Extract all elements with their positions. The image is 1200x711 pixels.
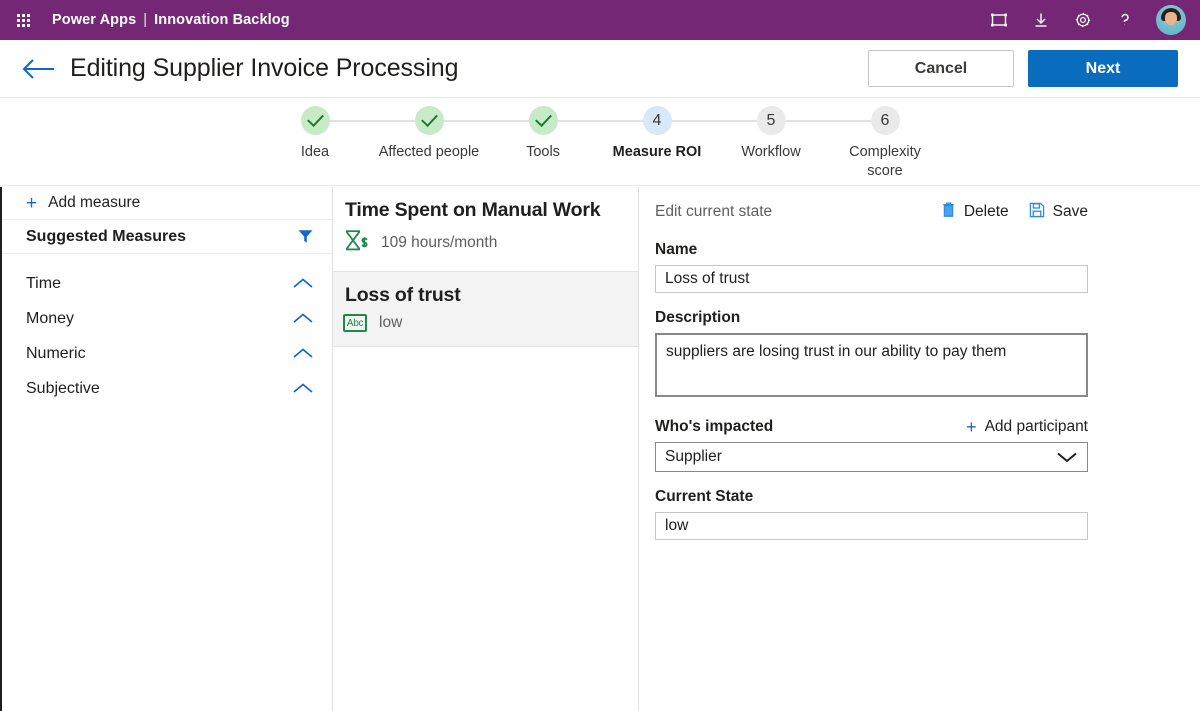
chevron-up-icon[interactable] xyxy=(292,277,314,290)
add-participant-button[interactable]: + Add participant xyxy=(966,418,1088,436)
suite-actions xyxy=(980,0,1188,40)
app-name[interactable]: Innovation Backlog xyxy=(154,12,290,28)
add-participant-label: Add participant xyxy=(984,418,1088,435)
trash-icon xyxy=(941,201,956,223)
save-label: Save xyxy=(1052,203,1088,220)
app-launcher-icon[interactable] xyxy=(10,13,36,27)
step-bubble-affected-people[interactable] xyxy=(414,106,444,135)
chevron-up-icon[interactable] xyxy=(292,382,314,395)
filter-icon[interactable] xyxy=(297,228,314,245)
check-icon xyxy=(306,109,324,128)
step-measure-roi[interactable]: 4 Measure ROI xyxy=(600,106,771,185)
measures-panel: + Add measure Suggested Measures Time Mo… xyxy=(2,187,333,711)
measure-cards-panel: Time Spent on Manual Work 109 hours/mont… xyxy=(333,187,639,711)
check-icon xyxy=(420,109,438,128)
measure-card-value: 109 hours/month xyxy=(381,234,498,251)
step-label-affected-people[interactable]: Affected people xyxy=(379,143,480,162)
suite-header: Power Apps | Innovation Backlog xyxy=(0,0,1200,40)
step-workflow[interactable]: 5 Workflow xyxy=(714,106,885,185)
edit-current-state-label: Edit current state xyxy=(655,203,773,220)
detail-panel: Edit current state Delete Save Name Loss… xyxy=(639,187,1200,711)
brand-name[interactable]: Power Apps xyxy=(52,12,136,28)
suggested-measures-header: Suggested Measures xyxy=(2,220,332,254)
category-money[interactable]: Money xyxy=(2,301,332,336)
next-button[interactable]: Next xyxy=(1028,50,1178,87)
measure-card-meta: 109 hours/month xyxy=(343,229,622,257)
measure-card-loss-of-trust[interactable]: Loss of trust Abc low xyxy=(333,272,638,347)
step-bubble-complexity-score[interactable]: 6 xyxy=(870,106,900,135)
hourglass-dollar-icon xyxy=(343,229,369,257)
abc-text-icon: Abc xyxy=(343,314,367,332)
chevron-up-icon[interactable] xyxy=(292,312,314,325)
whos-impacted-text: Who's impacted xyxy=(655,418,774,435)
step-affected-people[interactable]: Affected people xyxy=(372,106,543,185)
category-label: Money xyxy=(26,309,75,327)
body-columns: + Add measure Suggested Measures Time Mo… xyxy=(0,187,1200,711)
detail-header: Edit current state Delete Save xyxy=(655,199,1088,225)
check-icon xyxy=(534,109,552,128)
measure-card-time-spent[interactable]: Time Spent on Manual Work 109 hours/mont… xyxy=(333,187,638,272)
plus-icon: + xyxy=(966,417,977,437)
step-label-measure-roi[interactable]: Measure ROI xyxy=(613,143,702,162)
category-label: Numeric xyxy=(26,344,86,362)
download-icon[interactable] xyxy=(1022,0,1060,40)
stepper-steps: Idea Affected people Tools 4 Measure ROI… xyxy=(258,98,942,185)
step-label-complexity-score[interactable]: Complexity score xyxy=(833,143,937,180)
measure-card-value: low xyxy=(379,314,403,331)
whos-impacted-select-wrapper xyxy=(655,442,1088,472)
brand-separator: | xyxy=(143,12,148,28)
command-actions: Cancel Next xyxy=(868,50,1178,87)
name-label: Name xyxy=(655,241,698,258)
cancel-button[interactable]: Cancel xyxy=(868,50,1014,87)
wizard-stepper: Idea Affected people Tools 4 Measure ROI… xyxy=(0,98,1200,186)
brand-area: Power Apps | Innovation Backlog xyxy=(52,12,290,28)
command-bar: Editing Supplier Invoice Processing Canc… xyxy=(0,40,1200,98)
step-bubble-workflow[interactable]: 5 xyxy=(756,106,786,135)
step-bubble-idea[interactable] xyxy=(300,106,330,135)
step-complexity-score[interactable]: 6 Complexity score xyxy=(828,106,942,185)
app-root: Power Apps | Innovation Backlog Editing … xyxy=(0,0,1200,711)
whos-impacted-label: Who's impacted + Add participant xyxy=(655,418,1088,436)
whos-impacted-select[interactable] xyxy=(655,442,1088,472)
save-button[interactable]: Save xyxy=(1029,202,1088,223)
step-label-tools[interactable]: Tools xyxy=(526,143,560,162)
description-label: Description xyxy=(655,309,741,326)
delete-button[interactable]: Delete xyxy=(941,201,1009,223)
category-numeric[interactable]: Numeric xyxy=(2,336,332,371)
frame-icon[interactable] xyxy=(980,0,1018,40)
category-label: Time xyxy=(26,274,61,292)
page-title: Editing Supplier Invoice Processing xyxy=(70,54,459,82)
delete-label: Delete xyxy=(963,203,1009,220)
detail-form: Edit current state Delete Save Name Loss… xyxy=(639,187,1200,540)
step-label-idea[interactable]: Idea xyxy=(301,143,329,162)
detail-actions: Delete Save xyxy=(941,201,1088,223)
measure-card-meta: Abc low xyxy=(343,314,622,332)
current-state-label: Current State xyxy=(655,488,754,505)
gear-icon[interactable] xyxy=(1064,0,1102,40)
step-idea[interactable]: Idea xyxy=(258,106,429,185)
back-arrow-icon[interactable] xyxy=(20,57,56,81)
measure-categories: Time Money Numeric Subjective xyxy=(2,254,332,406)
measure-card-title: Time Spent on Manual Work xyxy=(345,199,601,221)
step-label-workflow[interactable]: Workflow xyxy=(741,143,800,162)
name-input[interactable] xyxy=(655,265,1088,293)
step-bubble-tools[interactable] xyxy=(528,106,558,135)
chevron-up-icon[interactable] xyxy=(292,347,314,360)
description-textarea[interactable]: suppliers are losing trust in our abilit… xyxy=(655,333,1088,397)
category-time[interactable]: Time xyxy=(2,266,332,301)
step-bubble-measure-roi[interactable]: 4 xyxy=(642,106,672,135)
add-measure-button[interactable]: + Add measure xyxy=(2,187,332,220)
plus-icon: + xyxy=(26,192,38,214)
measure-card-title: Loss of trust xyxy=(345,284,461,306)
step-tools[interactable]: Tools xyxy=(486,106,657,185)
category-label: Subjective xyxy=(26,379,100,397)
save-disk-icon xyxy=(1029,202,1045,223)
help-icon[interactable] xyxy=(1106,0,1144,40)
add-measure-label: Add measure xyxy=(48,194,141,211)
category-subjective[interactable]: Subjective xyxy=(2,371,332,406)
avatar[interactable] xyxy=(1156,5,1186,35)
current-state-input[interactable] xyxy=(655,512,1088,540)
suggested-measures-title: Suggested Measures xyxy=(26,227,187,245)
